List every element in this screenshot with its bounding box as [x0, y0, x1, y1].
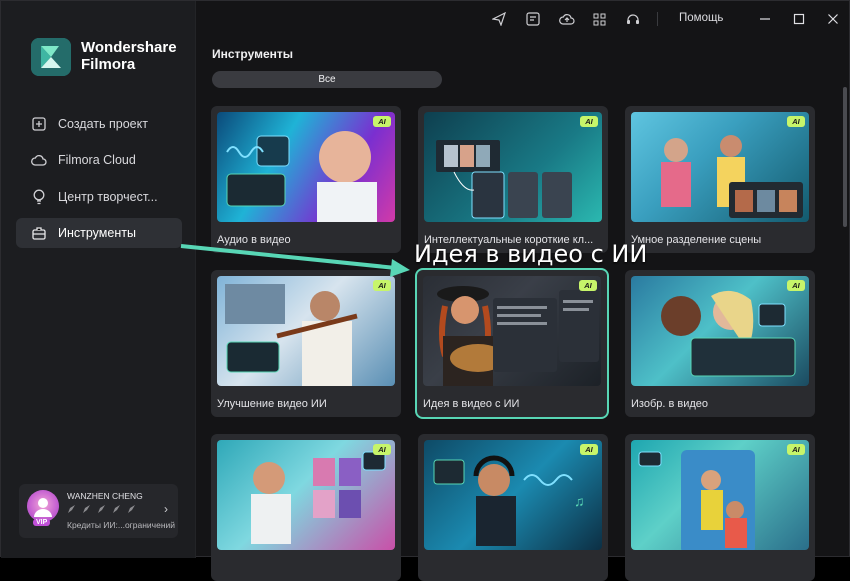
tool-card-image-to-video[interactable]: AI Изобр. в видео: [625, 270, 815, 417]
app-window: Wondershare Filmora Создать проект Filmo…: [0, 0, 850, 581]
tool-card-row3-2[interactable]: ♫ AI: [418, 434, 608, 581]
close-icon[interactable]: [825, 11, 841, 27]
annotation-label: Идея в видео с ИИ: [414, 240, 648, 268]
sidebar-item-label: Filmora Cloud: [58, 153, 136, 167]
pen-icon: [83, 505, 90, 513]
maximize-icon[interactable]: [791, 11, 807, 27]
lightbulb-icon: [30, 188, 48, 206]
tool-card-audio-to-video[interactable]: AI Аудио в видео: [211, 106, 401, 253]
user-name: WANZHEN CHENG: [67, 491, 143, 501]
card-thumbnail: AI: [424, 112, 602, 222]
card-label: Улучшение видео ИИ: [217, 398, 327, 410]
card-thumbnail: AI: [217, 440, 395, 550]
section-title: Инструменты: [212, 47, 294, 61]
card-thumbnail: AI: [217, 112, 395, 222]
ai-badge: AI: [580, 116, 598, 127]
ai-badge: AI: [580, 444, 598, 455]
app-name: Wondershare Filmora: [81, 39, 177, 73]
ai-badge: AI: [373, 444, 391, 455]
card-thumbnail: ♫ AI: [424, 440, 602, 550]
filter-all-tab[interactable]: Все: [212, 71, 442, 88]
chevron-right-icon[interactable]: ›: [164, 502, 168, 516]
help-button[interactable]: Помощь: [679, 12, 723, 24]
card-thumbnail: AI: [423, 276, 601, 386]
pen-icon: [68, 505, 75, 513]
pen-icon: [113, 505, 120, 513]
card-thumbnail: AI: [631, 112, 809, 222]
tool-card-row3-3[interactable]: AI: [625, 434, 815, 581]
svg-text:♫: ♫: [574, 493, 585, 509]
toolbox-icon: [30, 224, 48, 242]
ai-badge: AI: [373, 280, 391, 291]
cloud-icon: [30, 151, 48, 169]
vip-badge: VIP: [33, 519, 51, 526]
ai-badge: AI: [787, 280, 805, 291]
minimize-icon[interactable]: [757, 11, 773, 27]
cloud-upload-icon[interactable]: [559, 11, 575, 27]
media-icon[interactable]: [525, 11, 541, 27]
sidebar-item-create-project[interactable]: Создать проект: [16, 109, 182, 139]
tool-card-scene-detection[interactable]: AI Умное разделение сцены: [625, 106, 815, 253]
pen-icon: [98, 505, 105, 513]
card-label: Изобр. в видео: [631, 398, 709, 410]
plus-square-icon: [30, 115, 48, 133]
user-account-card[interactable]: VIP WANZHEN CHENG Кредиты ИИ:...ограниче…: [19, 484, 178, 538]
sidebar-item-label: Центр творчест...: [58, 190, 158, 204]
tool-card-row3-1[interactable]: AI: [211, 434, 401, 581]
sidebar-item-tools[interactable]: Инструменты: [16, 218, 182, 248]
ai-badge: AI: [373, 116, 391, 127]
title-bar: Помощь: [195, 1, 849, 37]
pen-icon: [128, 505, 135, 513]
filmora-logo-icon: [31, 38, 71, 76]
tool-card-ai-video-enhancer[interactable]: AI Улучшение видео ИИ: [211, 270, 401, 417]
headset-icon[interactable]: [625, 11, 641, 27]
ai-badge: AI: [787, 116, 805, 127]
card-thumbnail: AI: [631, 440, 809, 550]
sidebar: Wondershare Filmora Создать проект Filmo…: [1, 1, 196, 558]
vertical-scrollbar[interactable]: [843, 87, 847, 227]
card-label: Аудио в видео: [217, 234, 291, 246]
send-icon[interactable]: [491, 11, 507, 27]
sidebar-item-creative-center[interactable]: Центр творчест...: [16, 182, 182, 212]
sidebar-item-label: Инструменты: [58, 226, 136, 240]
tool-card-smart-short-clips[interactable]: AI Интеллектуальные короткие кл...: [418, 106, 608, 253]
card-label: Умное разделение сцены: [631, 234, 762, 246]
toolbar-divider: [657, 12, 658, 26]
ai-badge: AI: [787, 444, 805, 455]
sidebar-item-label: Создать проект: [58, 117, 148, 131]
avatar: [27, 490, 59, 522]
card-thumbnail: AI: [217, 276, 395, 386]
tool-card-idea-to-video[interactable]: AI Идея в видео с ИИ: [417, 270, 607, 417]
sidebar-item-filmora-cloud[interactable]: Filmora Cloud: [16, 145, 182, 175]
ai-badge: AI: [579, 280, 597, 291]
card-label: Идея в видео с ИИ: [423, 398, 520, 410]
card-thumbnail: AI: [631, 276, 809, 386]
grid-icon[interactable]: [591, 11, 607, 27]
ai-credits-text: Кредиты ИИ:...ограничений: [67, 520, 176, 530]
plan-icons: [67, 504, 137, 514]
